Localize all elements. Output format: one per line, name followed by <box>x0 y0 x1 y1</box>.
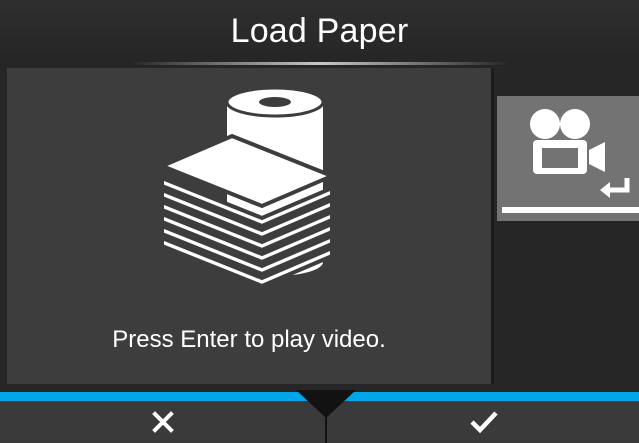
close-icon <box>151 411 174 433</box>
cancel-button[interactable] <box>0 401 325 443</box>
printer-screen: Load Paper Press Enter to play video. <box>0 0 639 443</box>
confirm-button[interactable] <box>328 401 639 443</box>
title-bar: Load Paper <box>0 0 639 66</box>
load-paper-panel: Press Enter to play video. <box>7 68 494 384</box>
title-underline <box>130 62 510 65</box>
play-video-button[interactable] <box>497 96 639 221</box>
play-video-prompt: Press Enter to play video. <box>112 326 386 353</box>
video-camera-icon <box>530 109 605 174</box>
paper-roll-and-stack-icon <box>157 86 338 289</box>
selection-pointer <box>296 390 356 418</box>
checkmark-icon <box>469 411 498 434</box>
selection-underline <box>502 207 639 213</box>
page-title: Load Paper <box>230 12 409 50</box>
enter-key-icon <box>600 178 630 198</box>
side-panel-empty <box>497 221 639 384</box>
